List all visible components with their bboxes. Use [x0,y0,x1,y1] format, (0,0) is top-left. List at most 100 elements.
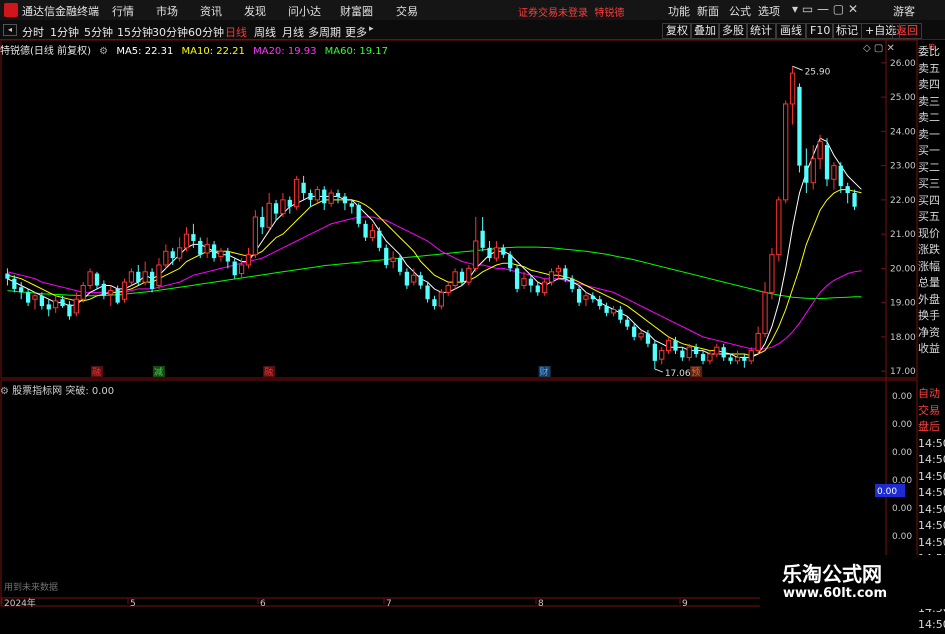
candle-body [604,306,609,313]
trade-side-label: 14:50 [918,502,945,516]
y-tick-label: 17.00 [890,367,916,377]
ma5-line [7,137,862,358]
candle-body [838,165,843,187]
candle-body [156,264,162,287]
candle-body [783,103,789,201]
kline-chart[interactable]: 26.00 25.00 24.00 23.00 22.00 21.00 20.00 19.00… [0,0,945,609]
candle-body [487,247,492,259]
candle-body [191,234,196,241]
candle-body [280,199,286,215]
ma60-label: MA60: 19.17 [324,46,389,57]
event-marker-label: 财 [540,366,549,378]
candle-body [810,158,816,184]
candle-body [728,357,733,361]
candle-body [425,285,430,300]
x-tick-label: 6 [260,599,266,609]
y-tick-label: 21.00 [890,230,916,240]
candle-body [204,243,210,254]
side-label: 外盘 [918,292,940,306]
side-label: 卖五 [918,61,940,75]
watermark-url: www.60lt.com [783,586,888,601]
stock-name: 特锐德(日线 前复权) [0,46,91,57]
candle-body [149,271,155,289]
candle-body [39,295,45,307]
candle-body [397,258,403,272]
candle-body [163,250,169,266]
candle-body [563,268,568,279]
side-label: 换手 [918,309,940,322]
ma20-label: MA20: 19.93 [253,46,317,57]
trade-side-label: 14:50 [918,535,945,549]
candle-body [542,281,548,293]
candle-body [73,298,79,314]
candle-body [301,182,306,194]
settings-icon[interactable]: ⚙ [99,46,108,57]
candle-body [335,193,341,197]
y-tick-label: 24.00 [890,127,916,137]
candle-body [548,271,555,283]
sub-highlight-label: 0.00 [877,487,897,497]
trade-side-label: 14:50 [918,486,945,499]
event-marker-label: 融 [264,367,273,378]
trade-side-label: 14:50 [918,618,945,631]
side-label: 委比 [918,45,940,58]
side-label: 买五 [918,210,940,223]
candle-body [108,290,114,295]
candle-body [19,287,24,293]
y-tick-label: 19.00 [890,299,916,309]
indicator-header: ⚙ 股票指标网 突破: 0.00 [0,382,114,397]
candle-body [665,339,672,352]
x-tick-label: 7 [386,599,392,609]
indicator-title: 股票指标网 [12,386,63,397]
candle-body [831,165,837,180]
trade-side-label: 14:50 [918,519,945,532]
candle-body [824,145,830,180]
y-tick-label: 18.00 [890,333,916,343]
candle-body [618,309,623,320]
candle-body [680,350,685,358]
candle-body [845,186,850,194]
candle-body [384,247,389,265]
candle-body [411,274,417,283]
candle-body [707,353,713,362]
candle-body [369,230,376,239]
indicator-settings-icon[interactable]: ⚙ [0,386,9,397]
panel-controls-icon[interactable]: ◇ ▢ ✕ [863,43,895,54]
high-pointer [792,65,803,71]
candle-body [170,251,175,259]
candle-body [555,267,562,273]
candle-body [225,251,230,262]
side-label: 现价 [918,226,940,240]
candle-body [570,278,575,289]
candle-body [645,333,651,344]
side-label: 买一 [918,144,940,157]
candle-body [776,199,782,256]
candle-body [714,346,720,355]
candle-body [473,240,479,269]
candle-body [363,223,368,238]
x-tick-label: 9 [682,599,688,609]
candle-body [508,254,513,269]
sub-y-tick-label: 0.00 [892,532,912,542]
event-marker-label: 减 [154,366,163,378]
candle-body [590,295,595,300]
candle-body [238,264,245,275]
watermark-title: 乐淘公式网 [782,562,882,586]
trade-side-label: 14:50 [918,453,945,466]
side-label: 买四 [918,193,940,207]
side-label: 总量 [918,276,940,289]
candle-body [638,332,644,338]
candle-body [673,340,678,351]
candle-body [755,332,761,352]
sub-y-tick-label: 0.00 [892,392,912,402]
candle-body [287,199,292,207]
candle-body [721,347,726,358]
candle-body [418,275,423,286]
candle-body [294,178,300,208]
y-tick-label: 26.00 [890,59,916,69]
candle-body [136,271,141,283]
side-label: 买三 [918,177,940,190]
y-tick-label: 23.00 [890,162,916,172]
side-label: 卖二 [918,111,940,124]
candle-body [748,350,754,362]
